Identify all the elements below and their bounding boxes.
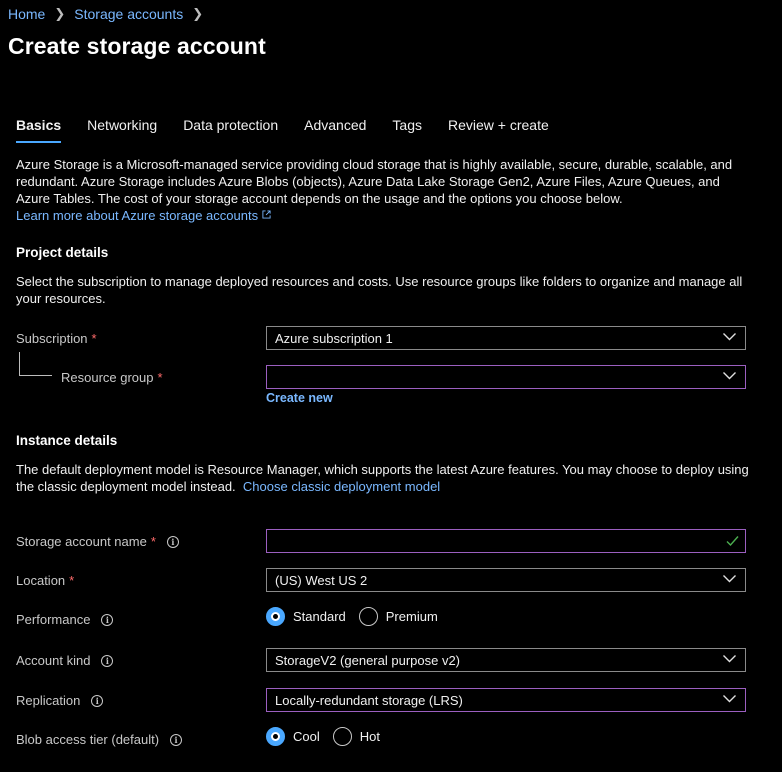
learn-more-link[interactable]: Learn more about Azure storage accounts (16, 208, 271, 223)
performance-standard-radio[interactable] (266, 607, 285, 626)
instance-details-description: The default deployment model is Resource… (16, 461, 756, 495)
subscription-value: Azure subscription 1 (275, 330, 393, 346)
account-kind-label: Account kind i (16, 653, 114, 668)
tab-bar: Basics Networking Data protection Advanc… (16, 117, 575, 143)
location-label-text: Location (16, 573, 66, 588)
chevron-down-icon (723, 655, 736, 663)
required-marker: * (157, 370, 163, 385)
location-select[interactable]: (US) West US 2 (266, 568, 746, 592)
create-new-resource-group-link[interactable]: Create new (266, 391, 333, 405)
project-details-heading: Project details (16, 245, 109, 260)
tier-cool-label[interactable]: Cool (293, 729, 320, 744)
checkmark-icon (726, 536, 739, 547)
blob-access-tier-label-text: Blob access tier (default) (16, 732, 160, 747)
required-marker: * (69, 573, 75, 588)
classic-deployment-link[interactable]: Choose classic deployment model (243, 479, 440, 494)
subscription-label: Subscription * (16, 331, 97, 346)
tab-tags[interactable]: Tags (392, 117, 422, 139)
replication-label: Replication i (16, 693, 104, 708)
performance-label-text: Performance (16, 612, 91, 627)
chevron-right-icon: ❯ (192, 6, 204, 21)
storage-account-name-label-text: Storage account name (16, 534, 147, 549)
project-details-description: Select the subscription to manage deploy… (16, 274, 743, 306)
tab-basics[interactable]: Basics (16, 117, 62, 143)
performance-premium-label[interactable]: Premium (386, 609, 438, 624)
account-kind-select[interactable]: StorageV2 (general purpose v2) (266, 648, 746, 672)
performance-label: Performance i (16, 612, 114, 627)
account-kind-value: StorageV2 (general purpose v2) (275, 652, 461, 668)
info-icon[interactable]: i (101, 654, 114, 667)
tier-hot-radio[interactable] (332, 727, 352, 746)
intro-description: Azure Storage is a Microsoft-managed ser… (16, 156, 756, 224)
account-kind-label-text: Account kind (16, 653, 91, 668)
tier-cool-radio[interactable] (266, 727, 285, 746)
resource-group-label-text: Resource group (61, 370, 154, 385)
external-link-icon (262, 210, 271, 219)
tab-advanced[interactable]: Advanced (304, 117, 366, 139)
breadcrumb: Home ❯ Storage accounts ❯ (8, 6, 212, 22)
info-icon[interactable]: i (170, 733, 183, 746)
location-label: Location * (16, 573, 74, 588)
performance-premium-radio[interactable] (358, 607, 378, 626)
tab-networking[interactable]: Networking (87, 117, 157, 139)
tier-hot-label[interactable]: Hot (360, 729, 380, 744)
info-icon[interactable]: i (101, 613, 114, 626)
learn-more-link-text: Learn more about Azure storage accounts (16, 208, 259, 223)
subscription-label-text: Subscription (16, 331, 88, 346)
redacted-value (277, 369, 381, 385)
breadcrumb-storage-accounts-link[interactable]: Storage accounts (74, 6, 183, 22)
info-icon[interactable]: i (91, 694, 104, 707)
required-marker: * (91, 331, 97, 346)
intro-text: Azure Storage is a Microsoft-managed ser… (16, 157, 733, 206)
resource-group-label: Resource group * (61, 370, 163, 385)
tab-data-protection[interactable]: Data protection (183, 117, 278, 139)
info-icon[interactable]: i (166, 535, 179, 548)
subscription-select[interactable]: Azure subscription 1 (266, 326, 746, 350)
chevron-down-icon (723, 575, 736, 583)
blob-access-tier-radio-group: Cool Hot (266, 727, 393, 746)
tab-review-create[interactable]: Review + create (448, 117, 549, 139)
chevron-down-icon (723, 333, 736, 341)
breadcrumb-home-link[interactable]: Home (8, 6, 45, 22)
replication-select[interactable]: Locally-redundant storage (LRS) (266, 688, 746, 712)
instance-details-heading: Instance details (16, 433, 118, 448)
chevron-down-icon (723, 372, 736, 380)
blob-access-tier-label: Blob access tier (default) i (16, 732, 183, 747)
storage-account-name-input[interactable] (266, 529, 746, 553)
location-value: (US) West US 2 (275, 572, 368, 588)
replication-label-text: Replication (16, 693, 81, 708)
performance-standard-label[interactable]: Standard (293, 609, 346, 624)
replication-value: Locally-redundant storage (LRS) (275, 692, 463, 708)
tree-connector (19, 352, 52, 376)
performance-radio-group: Standard Premium (266, 607, 451, 626)
storage-account-name-label: Storage account name * i (16, 534, 179, 549)
required-marker: * (150, 534, 156, 549)
chevron-down-icon (723, 695, 736, 703)
page-title: Create storage account (8, 33, 266, 59)
chevron-right-icon: ❯ (54, 6, 66, 21)
resource-group-select[interactable] (266, 365, 746, 389)
redacted-value (277, 533, 381, 549)
